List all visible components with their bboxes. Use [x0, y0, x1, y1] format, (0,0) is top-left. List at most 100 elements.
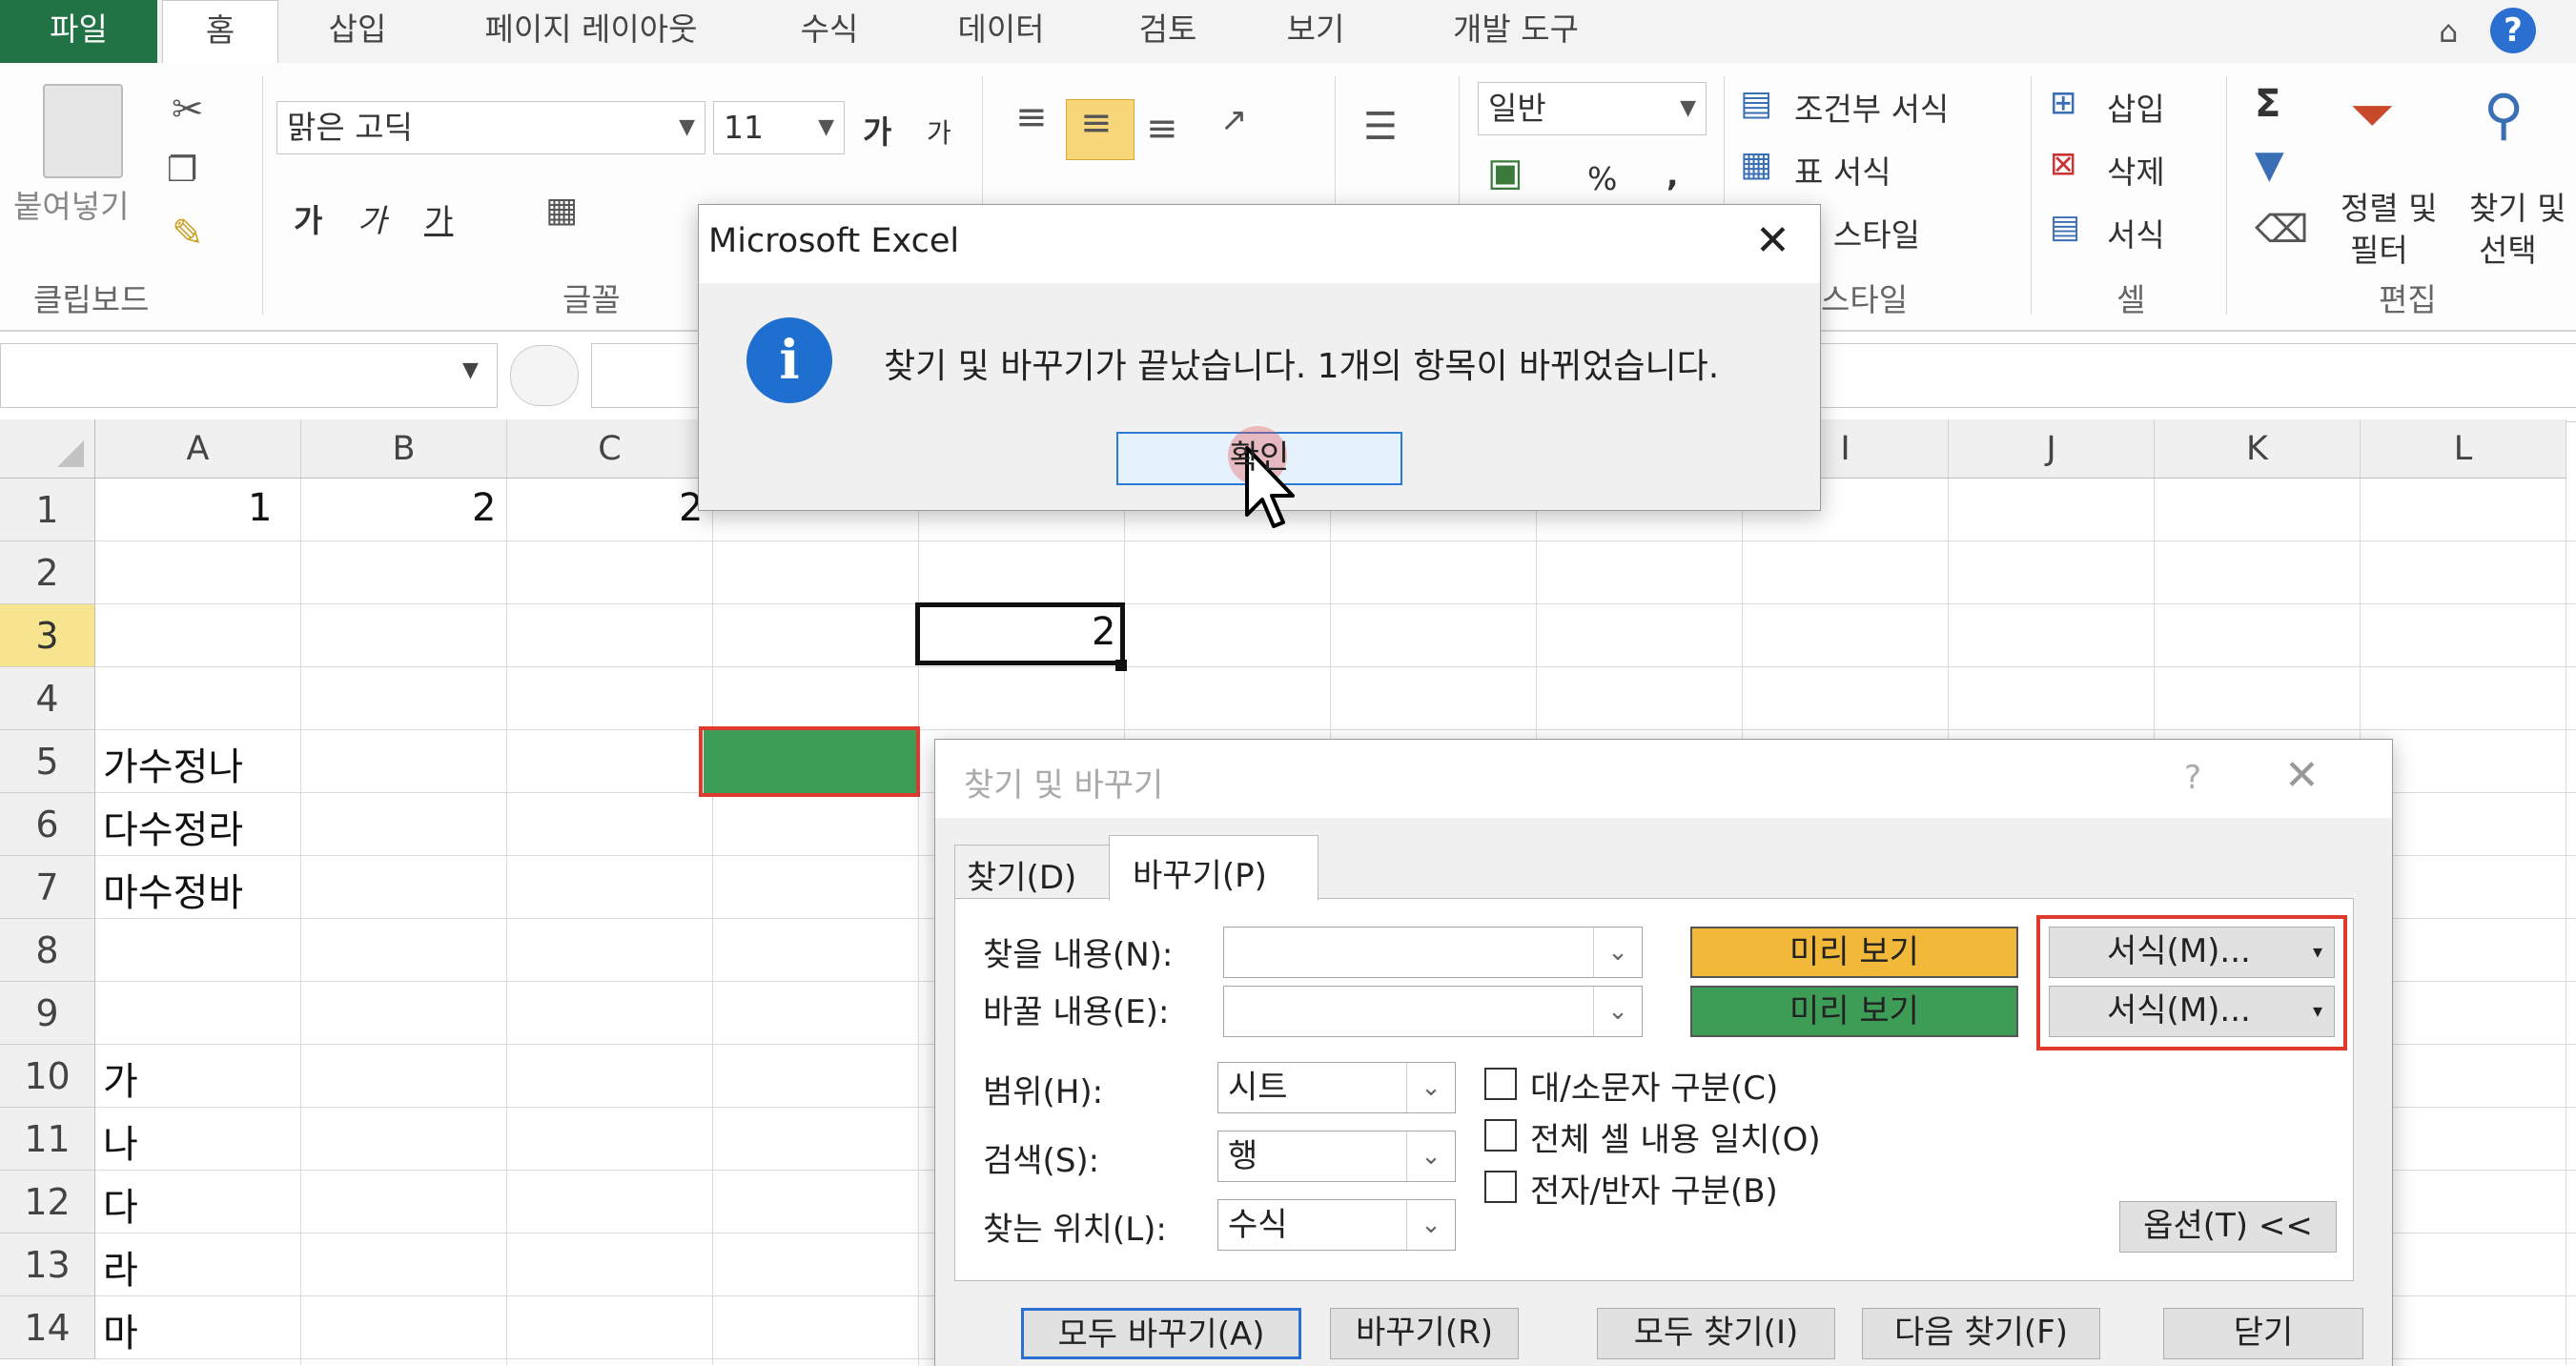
tab-view[interactable]: 보기 [1263, 0, 1368, 63]
conditional-format-button[interactable]: 조건부 서식 [1794, 84, 1949, 130]
column-header-C[interactable]: C [507, 419, 713, 479]
orientation-icon[interactable]: ↗ [1220, 101, 1248, 139]
options-button[interactable]: 옵션(T) << [2119, 1201, 2337, 1253]
clear-icon[interactable]: ⌫ [2255, 208, 2309, 252]
cell-A6[interactable]: 다수정라 [103, 799, 243, 854]
tab-file[interactable]: 파일 [0, 0, 157, 63]
align-bottom-icon[interactable]: ≡ [1146, 107, 1178, 151]
cell-A12[interactable]: 다 [103, 1176, 138, 1232]
cell-A1[interactable]: 1 [248, 486, 272, 530]
chevron-down-icon[interactable]: ⌄ [1593, 928, 1642, 977]
copy-icon[interactable]: ❐ [167, 151, 197, 190]
underline-button[interactable]: 가 [424, 195, 453, 241]
cell-A14[interactable]: 마 [103, 1302, 138, 1357]
format-cells-button[interactable]: 서식 [2107, 210, 2165, 255]
cell-A13[interactable]: 라 [103, 1239, 138, 1295]
column-header-J[interactable]: J [1949, 419, 2155, 479]
tab-formulas[interactable]: 수식 [777, 0, 882, 63]
binoculars-icon[interactable]: ⚲ [2484, 82, 2524, 147]
column-header-A[interactable]: A [95, 419, 301, 479]
conditional-format-icon[interactable]: ▤ [1740, 84, 1772, 123]
cell-A11[interactable]: 나 [103, 1113, 138, 1169]
chevron-down-icon[interactable]: ⌄ [1593, 987, 1642, 1036]
delete-cells-button[interactable]: 삭제 [2107, 147, 2165, 193]
font-shrink-button[interactable]: 가 [927, 112, 951, 151]
row-header-6[interactable]: 6 [0, 793, 95, 856]
font-size-combo[interactable]: 11 ▼ [713, 101, 845, 154]
format-painter-icon[interactable]: ✎ [172, 212, 204, 255]
row-header-11[interactable]: 11 [0, 1108, 95, 1171]
align-top-icon[interactable]: ≡ [1015, 95, 1048, 139]
match-width-checkbox[interactable] [1484, 1171, 1517, 1203]
close-icon[interactable]: ✕ [2284, 751, 2320, 800]
insert-cells-button[interactable]: 삽입 [2107, 84, 2165, 130]
close-icon[interactable]: ✕ [1755, 216, 1790, 265]
cell-A5[interactable]: 가수정나 [103, 736, 243, 791]
cell-E3[interactable]: 2 [1092, 610, 1115, 654]
paste-icon[interactable] [43, 84, 123, 178]
comma-button[interactable]: , [1666, 156, 1679, 194]
find-next-button[interactable]: 다음 찾기(F) [1862, 1308, 2100, 1359]
cut-icon[interactable]: ✂ [172, 88, 204, 132]
tab-developer[interactable]: 개발 도구 [1421, 0, 1611, 63]
wrap-text-icon[interactable]: ☰ [1363, 105, 1398, 149]
cell-A7[interactable]: 마수정바 [103, 862, 243, 917]
border-icon[interactable]: ▦ [545, 191, 578, 230]
tab-insert[interactable]: 삽입 [305, 0, 410, 63]
find-select-label[interactable]: 찾기 및 [2469, 183, 2566, 229]
row-header-12[interactable]: 12 [0, 1171, 95, 1233]
row-header-4[interactable]: 4 [0, 667, 95, 730]
name-box[interactable] [0, 343, 498, 408]
replace-with-input[interactable]: ⌄ [1223, 986, 1643, 1037]
table-format-icon[interactable]: ▦ [1740, 145, 1772, 184]
row-header-3[interactable]: 3 [0, 604, 95, 667]
tab-replace[interactable]: 바꾸기(P) [1109, 835, 1319, 901]
sort-label[interactable]: 정렬 및 [2341, 183, 2438, 229]
replace-button[interactable]: 바꾸기(R) [1330, 1308, 1519, 1359]
insert-cells-icon[interactable]: ⊞ [2050, 84, 2077, 122]
autosum-button[interactable]: Σ [2255, 82, 2280, 126]
row-header-8[interactable]: 8 [0, 919, 95, 982]
sort-filter-icon[interactable]: ⏷ [2350, 82, 2394, 148]
row-header-10[interactable]: 10 [0, 1045, 95, 1108]
filter-label[interactable]: 필터 [2350, 225, 2408, 271]
tab-data[interactable]: 데이터 [939, 0, 1063, 63]
replace-all-button[interactable]: 모두 바꾸기(A) [1021, 1308, 1301, 1359]
find-all-button[interactable]: 모두 찾기(I) [1597, 1308, 1835, 1359]
row-header-13[interactable]: 13 [0, 1233, 95, 1296]
column-header-K[interactable]: K [2155, 419, 2361, 479]
delete-cells-icon[interactable]: ⊠ [2050, 145, 2077, 183]
font-grow-button[interactable]: 가 [863, 107, 891, 153]
chevron-down-icon[interactable]: ▼ [462, 358, 479, 382]
font-name-combo[interactable]: 맑은 고딕 ▼ [276, 101, 705, 154]
ribbon-collapse-icon[interactable]: ⌂ [2439, 13, 2458, 50]
tab-page-layout[interactable]: 페이지 레이아웃 [448, 0, 734, 63]
row-header-14[interactable]: 14 [0, 1296, 95, 1359]
tab-review[interactable]: 검토 [1111, 0, 1225, 63]
paste-label[interactable]: 붙여넣기 [13, 181, 129, 227]
help-button[interactable]: ? [2184, 759, 2201, 797]
find-what-input[interactable]: ⌄ [1223, 927, 1643, 978]
row-header-2[interactable]: 2 [0, 541, 95, 604]
cell-B1[interactable]: 2 [472, 486, 496, 530]
italic-button[interactable]: 가 [358, 195, 386, 241]
match-entire-checkbox[interactable] [1484, 1119, 1517, 1152]
help-icon[interactable]: ? [2490, 8, 2536, 53]
search-select[interactable]: 행 ⌄ [1217, 1131, 1456, 1182]
percent-button[interactable]: % [1587, 160, 1617, 197]
scope-select[interactable]: 시트 ⌄ [1217, 1062, 1456, 1113]
look-in-select[interactable]: 수식 ⌄ [1217, 1199, 1456, 1251]
fill-handle[interactable] [1115, 660, 1127, 671]
row-header-9[interactable]: 9 [0, 982, 95, 1045]
row-header-7[interactable]: 7 [0, 856, 95, 919]
bold-button[interactable]: 가 [294, 195, 322, 241]
formula-bar-handle[interactable] [510, 345, 579, 406]
accounting-icon[interactable]: ▣ [1487, 151, 1523, 194]
cell-A10[interactable]: 가 [103, 1050, 138, 1106]
select-label[interactable]: 선택 [2479, 225, 2537, 271]
row-header-5[interactable]: 5 [0, 730, 95, 793]
fill-icon[interactable]: ▼ [2255, 143, 2284, 187]
column-header-L[interactable]: L [2361, 419, 2566, 479]
column-header-B[interactable]: B [301, 419, 507, 479]
tab-find[interactable]: 찾기(D) [954, 845, 1111, 899]
